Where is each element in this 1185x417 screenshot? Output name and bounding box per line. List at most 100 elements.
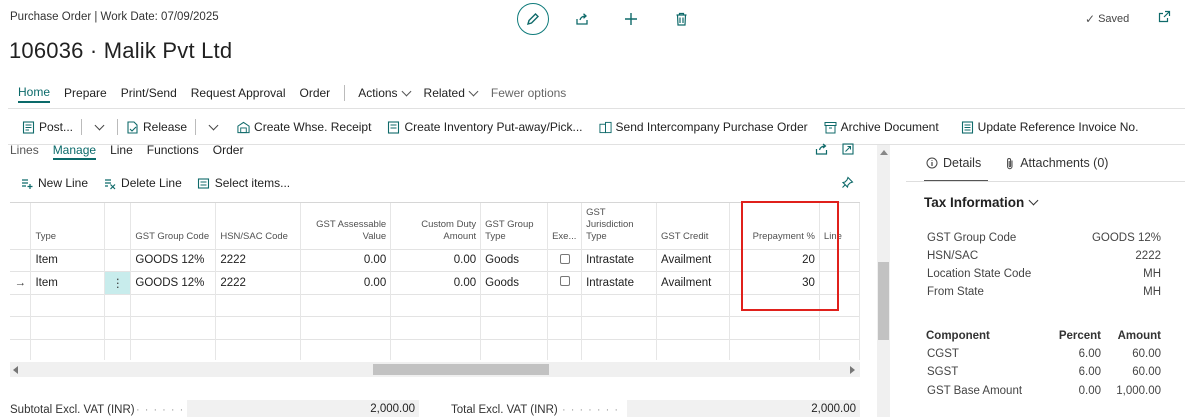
cell-gst-assessable-value[interactable]: 0.00 [300,248,392,272]
delete-line-button[interactable]: Delete Line [103,176,182,190]
cell-jurisdiction[interactable]: Intrastate [581,271,658,294]
divider [81,119,83,135]
cell-gst-group-code[interactable]: GOODS 12% [130,248,217,272]
table-row[interactable] [10,338,860,360]
exempted-checkbox[interactable] [559,276,570,287]
delete-line-icon [103,177,116,190]
column-header-select [10,203,32,249]
table-row[interactable]: Item GOODS 12% 2222 0.00 0.00 Goods Intr… [10,248,860,272]
field-label: From State [927,286,984,298]
exempted-checkbox[interactable] [559,253,570,264]
related-menu[interactable]: Related [424,86,479,100]
cell-hsn-sac-code[interactable]: 2222 [215,271,302,294]
send-intercompany-button[interactable]: Send Intercompany Purchase Order [598,120,808,134]
field-label: Location State Code [927,268,1032,280]
share-button[interactable] [567,4,597,34]
horizontal-scroll-thumb[interactable] [373,364,549,375]
post-icon [22,120,35,134]
more-options-icon[interactable]: ⋮ [112,278,124,290]
column-header-gst-group-code[interactable]: GST Group Code [130,203,217,249]
field-value: GOODS 12% [1091,232,1161,244]
cell-exempted[interactable] [547,248,583,272]
cell-type[interactable]: Item [30,271,106,294]
cell-type[interactable]: Item [30,248,106,272]
pin-icon[interactable] [841,176,855,190]
cell-gst-group-code[interactable]: GOODS 12% [130,271,217,294]
post-button[interactable]: Post... [22,120,73,134]
edit-button[interactable] [517,3,549,35]
cell-hsn-sac-code[interactable]: 2222 [215,248,302,272]
chevron-down-icon [401,86,411,96]
checkmark-icon: ✓ [1085,12,1096,26]
column-header-gst-jurisdiction-type[interactable]: GST Jurisdiction Type [581,203,658,249]
divider [344,85,346,101]
scroll-up-icon[interactable] [880,150,888,155]
cell-gst-assessable-value[interactable]: 0.00 [300,271,392,294]
column-header-gst-assessable-value[interactable]: GST Assessable Value [300,203,392,249]
scroll-right-icon[interactable] [850,366,855,374]
cell-menu[interactable]: ⋮ [104,271,132,294]
column-header-custom-duty-amount[interactable]: Custom Duty Amount [390,203,482,249]
tax-information-header[interactable]: Tax Information [924,195,1039,210]
subtotal-label: Subtotal Excl. VAT (INR) [10,404,135,416]
select-items-button[interactable]: Select items... [197,176,290,190]
field-value: 2222 [1135,250,1161,262]
delete-button[interactable] [666,4,696,34]
create-whse-receipt-button[interactable]: Create Whse. Receipt [237,120,371,134]
new-button[interactable] [616,4,646,34]
column-header-gst-credit[interactable]: GST Credit [656,203,730,249]
tab-manage[interactable]: Manage [52,143,97,160]
column-header-gst-group-type[interactable]: GST Group Type [480,203,549,249]
cell-gst-group-type[interactable]: Goods [480,248,549,272]
cell-gst-group-type[interactable]: Goods [480,271,549,294]
cell-gst-credit[interactable]: Availment [656,271,730,294]
vertical-scroll-thumb[interactable] [878,262,889,340]
table-row[interactable] [10,293,860,317]
tab-request-approval[interactable]: Request Approval [191,86,286,100]
table-row[interactable]: → Item ⋮ GOODS 12% 2222 0.00 0.00 Goods … [10,271,860,294]
cell-gst-credit[interactable]: Availment [656,248,730,272]
tab-home[interactable]: Home [18,85,51,103]
cell-custom-duty-amount[interactable]: 0.00 [390,248,482,272]
tab-order[interactable]: Order [213,143,244,160]
field-value: MH [1143,286,1161,298]
chevron-down-icon[interactable] [94,120,105,130]
share-icon[interactable] [815,143,829,157]
update-reference-invoice-label: Update Reference Invoice No. [977,120,1139,134]
release-button[interactable]: Release [126,120,187,134]
tab-order[interactable]: Order [300,86,331,100]
new-line-icon [20,177,33,190]
cell-custom-duty-amount[interactable]: 0.00 [390,271,482,294]
column-header-exempted[interactable]: Exe... [547,203,583,249]
cell-exempted[interactable] [547,271,583,294]
row-selector[interactable]: → [10,271,32,294]
cell-menu[interactable] [104,248,132,272]
create-inventory-putaway-button[interactable]: Create Inventory Put-away/Pick... [387,120,583,134]
fewer-options-link[interactable]: Fewer options [491,86,566,100]
scroll-left-icon[interactable] [13,366,18,374]
tab-attachments[interactable]: Attachments (0) [1005,156,1108,170]
open-new-window-button[interactable] [1158,10,1172,24]
expand-icon[interactable] [842,143,856,157]
update-reference-invoice-button[interactable]: Update Reference Invoice No. [961,120,1139,134]
tab-details[interactable]: Details [926,156,981,170]
row-selector[interactable] [10,248,32,272]
tab-prepare[interactable]: Prepare [64,86,107,100]
actions-menu[interactable]: Actions [358,86,411,100]
leader-dots: · · · · · · · [562,404,619,416]
cell-jurisdiction[interactable]: Intrastate [581,248,658,272]
archive-document-button[interactable]: Archive Document [824,120,939,134]
new-line-button[interactable]: New Line [20,176,88,190]
chevron-down-icon[interactable] [208,120,219,130]
table-row[interactable] [10,316,860,339]
column-header-hsn-sac-code[interactable]: HSN/SAC Code [215,203,302,249]
popout-icon [1158,10,1171,23]
send-intercompany-label: Send Intercompany Purchase Order [615,120,808,134]
component-amount: 60.00 [1132,348,1161,360]
field-value: MH [1143,268,1161,280]
tab-functions[interactable]: Functions [147,143,199,160]
tab-print-send[interactable]: Print/Send [121,86,177,100]
tab-line[interactable]: Line [110,143,133,160]
column-header-type[interactable]: Type [30,203,106,249]
subtotal-value: 2,000.00 [187,400,419,417]
